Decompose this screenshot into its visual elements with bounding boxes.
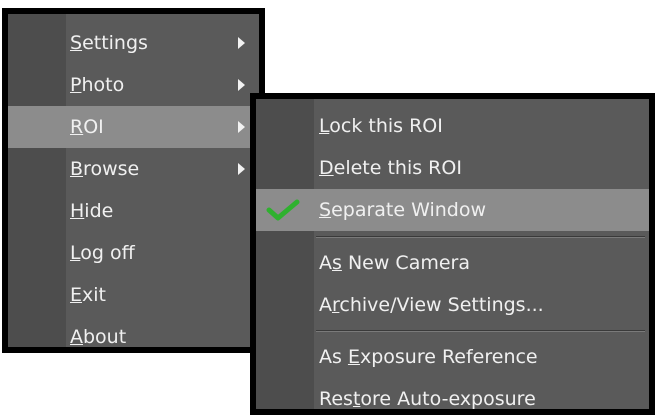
menu-item-label: Archive/View Settings... [319,294,544,316]
submenu-arrow-icon [238,121,245,133]
menu-item-about[interactable]: About [8,316,259,358]
menu-item-browse[interactable]: Browse [8,148,259,190]
menu-item-roi[interactable]: ROI [8,106,259,148]
menu-item-label: As Exposure Reference [319,346,538,368]
menu-item-hide[interactable]: Hide [8,190,259,232]
menu-item-as-new-camera[interactable]: As New Camera [256,242,649,284]
menu-item-label: Delete this ROI [319,157,462,179]
menu-item-separate-window[interactable]: Separate Window [256,189,649,231]
menu-item-log-off[interactable]: Log off [8,232,259,274]
submenu-arrow-icon [238,79,245,91]
menu-item-label: As New Camera [319,252,470,274]
menu-item-restore-auto-exposure[interactable]: Restore Auto-exposure [256,378,649,420]
menu-item-as-exposure-reference[interactable]: As Exposure Reference [256,336,649,378]
menu-item-label: Restore Auto-exposure [319,388,536,410]
menu-item-label: Hide [70,200,114,222]
menu-item-label: About [70,326,127,348]
menu-item-label: Lock this ROI [319,115,443,137]
menu-item-label: Separate Window [319,199,487,221]
menu-item-archive-view-settings[interactable]: Archive/View Settings... [256,284,649,326]
menu-item-label: Browse [70,158,140,180]
menu-item-label: Settings [70,32,148,54]
menu-separator [316,236,645,238]
menu-item-delete-roi[interactable]: Delete this ROI [256,147,649,189]
submenu-arrow-icon [238,37,245,49]
menu-item-lock-roi[interactable]: Lock this ROI [256,105,649,147]
menu-item-label: ROI [70,116,104,138]
menu-separator [316,330,645,332]
menu-item-label: Exit [70,284,106,306]
menu-item-label: Log off [70,242,135,264]
main-context-menu: Settings Photo ROI Browse Hide Log off E… [2,8,265,353]
menu-item-settings[interactable]: Settings [8,22,259,64]
menu-item-label: Photo [70,74,125,96]
checkmark-icon [266,199,300,221]
menu-item-exit[interactable]: Exit [8,274,259,316]
submenu-arrow-icon [238,163,245,175]
menu-item-photo[interactable]: Photo [8,64,259,106]
roi-submenu: Lock this ROI Delete this ROI Separate W… [250,93,655,415]
